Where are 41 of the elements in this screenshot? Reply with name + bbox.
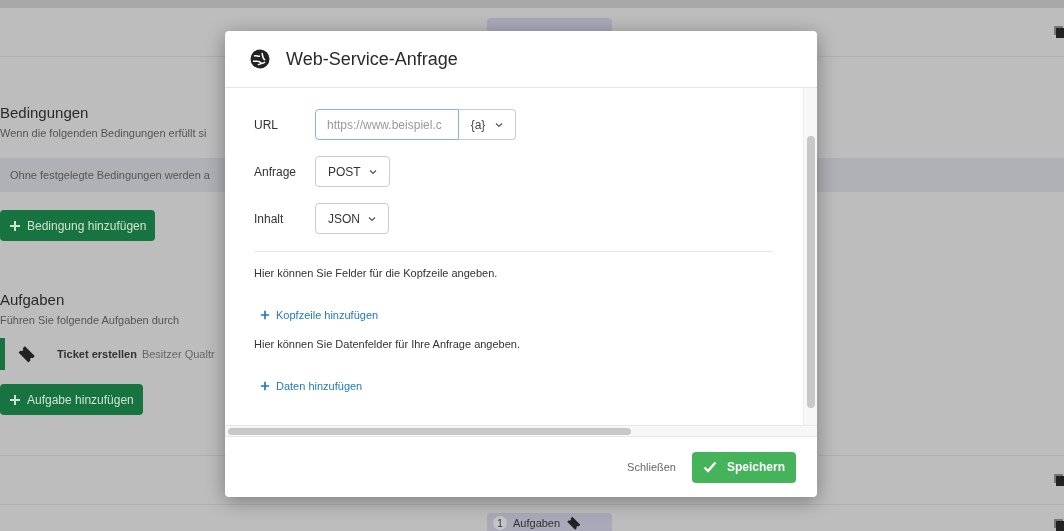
copy-icon[interactable] bbox=[1054, 519, 1064, 531]
check-icon bbox=[702, 461, 717, 473]
task-name: Ticket erstellen bbox=[57, 346, 137, 362]
section-subtitle: Führen Sie folgende Aufgaben durch bbox=[0, 312, 180, 328]
task-detail: Besitzer Qualtr bbox=[141, 346, 215, 362]
copy-icon[interactable] bbox=[1054, 474, 1064, 486]
plus-icon bbox=[9, 219, 21, 232]
select-dropdown[interactable]: POST bbox=[315, 156, 390, 187]
plus-icon bbox=[9, 393, 21, 406]
notice-text: Ohne festgelegte Bedingungen werden a bbox=[9, 167, 210, 183]
section-title: Bedingungen bbox=[0, 103, 90, 123]
add-link[interactable]: Kopfzeile hinzufügen bbox=[260, 306, 379, 323]
field-label: Inhalt bbox=[254, 210, 285, 228]
field-label: URL bbox=[254, 116, 279, 134]
add-condition-button[interactable]: Bedingung hinzufügen bbox=[0, 210, 156, 241]
copy-icon[interactable] bbox=[1054, 26, 1064, 38]
add-task-button[interactable]: Aufgabe hinzufügen bbox=[0, 384, 143, 415]
section-subtitle: Wenn die folgenden Bedingungen erfüllt si bbox=[0, 125, 208, 141]
section-hint: Hier können Sie Datenfelder für Ihre Anfrage angeben. bbox=[254, 337, 521, 352]
count-badge: 1 bbox=[493, 516, 507, 530]
chevron-icon bbox=[495, 121, 504, 128]
select-dropdown[interactable]: JSON bbox=[315, 203, 389, 234]
field-label: Anfrage bbox=[254, 163, 298, 181]
ticket-icon bbox=[17, 344, 37, 364]
horizontal-scrollbar[interactable] bbox=[228, 427, 631, 435]
add-link[interactable]: Daten hinzufügen bbox=[260, 377, 363, 394]
chevron-icon bbox=[368, 215, 376, 222]
plus-icon bbox=[260, 309, 270, 320]
task-accent-bar bbox=[0, 338, 5, 370]
close-button[interactable]: Schließen bbox=[627, 458, 676, 476]
dialog-title: Web-Service-Anfrage bbox=[286, 47, 458, 71]
section-title: Aufgaben bbox=[0, 290, 65, 310]
url-field[interactable]: https://www.beispiel.c bbox=[315, 109, 459, 140]
vertical-scrollbar[interactable] bbox=[806, 136, 815, 408]
save-button[interactable]: Speichern bbox=[691, 451, 796, 483]
ticket-icon bbox=[566, 515, 583, 531]
badge-label: Aufgaben bbox=[513, 515, 561, 531]
variable-dropdown[interactable]: {a} bbox=[459, 109, 516, 140]
chevron-icon bbox=[368, 168, 377, 175]
section-hint: Hier können Sie Felder für die Kopfzeile angeben. bbox=[254, 266, 499, 281]
plus-icon bbox=[260, 380, 270, 391]
